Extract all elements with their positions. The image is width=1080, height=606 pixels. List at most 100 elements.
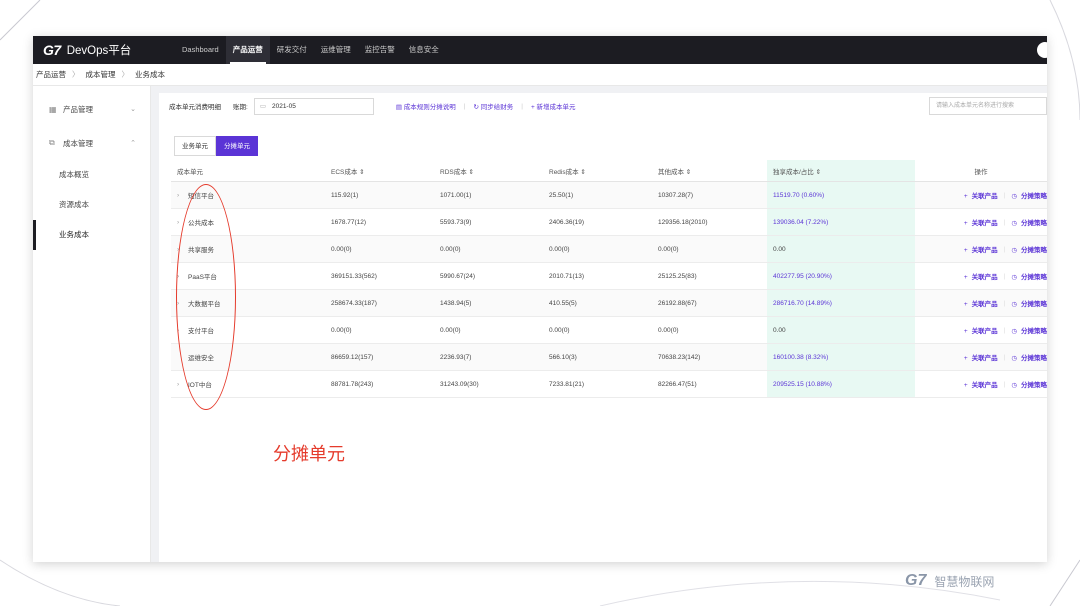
cell-actions: + 关联产品 | ◷ 分摊策略 [915,244,1047,255]
link-product-button[interactable]: + 关联产品 [964,298,998,308]
allocation-policy-button[interactable]: ◷ 分摊策略 [1011,190,1047,200]
chevron-right-icon[interactable]: › [177,381,182,388]
allocation-policy-button[interactable]: ◷ 分摊策略 [1011,217,1047,227]
nav-monitoring[interactable]: 监控告警 [358,36,402,64]
cell-rds: 0.00(0) [440,245,461,253]
link-product-label: 关联产品 [971,382,998,389]
cell-other: 129356.18(2010) [658,218,708,226]
avatar[interactable] [1037,42,1047,58]
plus-icon: + [963,382,968,389]
period-date-picker[interactable]: ▭ 2021-05 [253,97,374,115]
main-nav: Dashboard 产品运营 研发交付 运维管理 监控告警 信息安全 [175,36,446,64]
app-logo[interactable]: G7 DevOps平台 [43,42,163,58]
allocation-policy-button[interactable]: ◷ 分摊策略 [1011,271,1047,281]
col-header-redis[interactable]: Redis成本 ⇕ [549,166,658,176]
table-row[interactable]: › 短信平台 115.92(1) 1071.00(1) 25.50(1) 10307.28… [171,182,1047,209]
sidebar-item-business-cost[interactable]: 业务成本 [33,220,150,250]
divider: | [1003,272,1006,280]
allocation-policy-button[interactable]: ◷ 分摊策略 [1011,352,1047,362]
chevron-right-icon: 〉 [121,70,130,79]
cell-actions: + 关联产品 | ◷ 分摊策略 [915,379,1047,390]
sidebar-group-label: 产品管理 [63,104,93,114]
sync-finance-link[interactable]: ↻ 同步给财务 [473,101,513,111]
nav-dashboard[interactable]: Dashboard [175,36,226,64]
plus-icon: + [963,328,968,335]
allocation-policy-label: 分摊策略 [1021,355,1047,362]
table-row[interactable]: 运维安全 86659.12(157) 2236.93(7) 566.10(3) 7063… [171,344,1047,371]
cell-ecs: 258674.33(187) [331,299,377,307]
plus-icon: + [963,220,968,227]
cell-ecs: 88781.78(243) [331,380,374,388]
col-header-other[interactable]: 其他成本 ⇕ [658,166,767,176]
chevron-right-icon[interactable]: › [177,192,182,199]
plus-icon: + [963,301,968,308]
cell-exclusive: 0.00 [767,317,915,343]
link-product-label: 关联产品 [971,301,998,308]
link-product-button[interactable]: + 关联产品 [964,379,998,389]
clock-icon: ◷ [1011,193,1017,200]
link-product-label: 关联产品 [971,220,998,227]
cost-table: 成本单元 ECS成本 ⇕ RDS成本 ⇕ Redis成本 ⇕ 其他成本 ⇕ 独享… [171,160,1047,398]
chevron-up-icon: ⌃ [130,140,136,147]
divider: | [1003,299,1006,307]
link-product-button[interactable]: + 关联产品 [964,190,998,200]
cell-rds: 0.00(0) [440,326,461,334]
cell-redis: 7233.81(21) [549,380,585,388]
col-header-unit[interactable]: 成本单元 [171,166,331,176]
cell-exclusive: 139036.04 (7.22%) [767,209,915,235]
table-row[interactable]: › 公共成本 1678.77(12) 5593.73(9) 2406.36(19) 129… [171,209,1047,236]
cell-exclusive: 0.00 [767,236,915,262]
cell-rds: 5990.67(24) [440,272,476,280]
sidebar-item-resource-cost[interactable]: 资源成本 [33,190,150,220]
link-product-button[interactable]: + 关联产品 [964,217,998,227]
cell-other: 0.00(0) [658,245,679,253]
sidebar-item-cost-overview[interactable]: 成本概览 [33,160,150,190]
nav-product-ops[interactable]: 产品运营 [225,36,270,64]
allocation-policy-button[interactable]: ◷ 分摊策略 [1011,244,1047,254]
link-product-button[interactable]: + 关联产品 [964,325,998,335]
cell-ecs: 0.00(0) [331,245,352,253]
search-input[interactable]: 请输入成本单元名称进行搜索 [929,97,1047,115]
sidebar-group-cost[interactable]: ⧉ 成本管理 ⌃ [33,126,150,160]
link-product-label: 关联产品 [971,328,998,335]
breadcrumb-item[interactable]: 成本管理 [86,69,116,80]
tab-allocation-unit[interactable]: 分摊单元 [216,136,258,156]
sidebar: ▦ 产品管理 ⌄ ⧉ 成本管理 ⌃ 成本概览 资源成本 业务成本 [33,86,151,562]
table-row[interactable]: › IOT中台 88781.78(243) 31243.09(30) 7233.81(2… [171,371,1047,398]
table-row[interactable]: › PaaS平台 369151.33(562) 5990.67(24) 2010.71(… [171,263,1047,290]
sidebar-group-product[interactable]: ▦ 产品管理 ⌄ [33,92,150,126]
nav-rd-delivery[interactable]: 研发交付 [270,36,314,64]
table-row[interactable]: › 支付平台 0.00(0) 0.00(0) 0.00(0) 0.00(0) 0.00 + 关联… [171,317,1047,344]
unit-type-tabs: 业务单元 分摊单元 [174,136,258,156]
allocation-policy-label: 分摊策略 [1021,328,1047,335]
col-header-rds[interactable]: RDS成本 ⇕ [440,166,549,176]
allocation-policy-label: 分摊策略 [1021,382,1047,389]
cell-ecs: 115.92(1) [331,191,359,199]
table-row[interactable]: › 共享服务 0.00(0) 0.00(0) 0.00(0) 0.00(0) 0.00 + 关联… [171,236,1047,263]
plus-icon: + [963,193,968,200]
cost-rule-link[interactable]: ▤ 成本规则分摊说明 [396,101,456,111]
cell-exclusive: 286716.70 (14.89%) [767,290,915,316]
col-header-exclusive[interactable]: 独享成本/占比 ⇕ [767,160,915,181]
allocation-policy-button[interactable]: ◷ 分摊策略 [1011,298,1047,308]
tab-business-unit[interactable]: 业务单元 [174,136,216,156]
annotation-circle [176,184,236,410]
chevron-right-icon[interactable]: › [177,219,182,226]
cell-actions: + 关联产品 | ◷ 分摊策略 [915,217,1047,228]
nav-ops-management[interactable]: 运维管理 [314,36,358,64]
allocation-policy-button[interactable]: ◷ 分摊策略 [1011,325,1047,335]
cell-exclusive: 402277.95 (20.90%) [767,263,915,289]
link-product-button[interactable]: + 关联产品 [964,244,998,254]
cell-redis: 0.00(0) [549,245,570,253]
breadcrumb-item[interactable]: 产品运营 [36,69,66,80]
col-header-ecs[interactable]: ECS成本 ⇕ [331,166,440,176]
table-row[interactable]: › 大数据平台 258674.33(187) 1438.94(5) 410.55(5) 2… [171,290,1047,317]
cell-redis: 0.00(0) [549,326,570,334]
cell-redis: 2406.36(19) [549,218,585,226]
link-product-button[interactable]: + 关联产品 [964,271,998,281]
allocation-policy-button[interactable]: ◷ 分摊策略 [1011,379,1047,389]
add-cost-unit-link[interactable]: + 新增成本单元 [531,101,576,111]
clock-icon: ◷ [1011,274,1017,281]
link-product-button[interactable]: + 关联产品 [964,352,998,362]
nav-security[interactable]: 信息安全 [402,36,446,64]
